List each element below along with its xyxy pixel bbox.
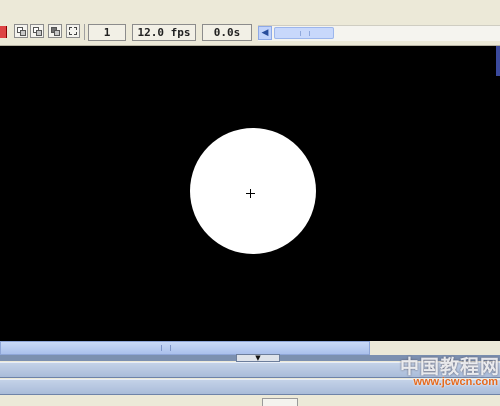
scroll-left-arrow-icon[interactable]: ◀ (258, 26, 272, 40)
scrollbar-grip-icon (300, 31, 310, 36)
timeline-horizontal-scrollbar[interactable]: ◀ (258, 25, 500, 41)
onion-skin-outlines-button[interactable] (48, 24, 62, 38)
timeline-toolbar: 1 12.0 fps 0.0s ◀ (0, 0, 500, 46)
white-circle-shape[interactable] (190, 128, 316, 254)
center-frame-icon-back (20, 30, 26, 36)
elapsed-time-field: 0.0s (202, 24, 252, 41)
edit-multiple-frames-icon (69, 27, 77, 35)
current-frame-field: 1 (88, 24, 126, 41)
stage-vertical-scrollbar[interactable] (496, 46, 500, 76)
watermark-url-text: www.jcwcn.com (413, 376, 498, 388)
onion-skin-icon-back (36, 30, 42, 36)
scrollbar-thumb[interactable] (274, 27, 334, 39)
center-frame-button[interactable] (14, 24, 28, 38)
footer-tab[interactable] (262, 398, 298, 406)
toolbar-divider (84, 24, 85, 40)
frame-rate-field[interactable]: 12.0 fps (132, 24, 196, 41)
onion-skin-marker[interactable] (0, 26, 7, 38)
stage-canvas[interactable] (0, 46, 500, 341)
status-footer (0, 396, 500, 406)
scrollbar-grip-icon (161, 345, 171, 351)
onion-skin-button[interactable] (30, 24, 44, 38)
onion-skin-outlines-icon-back (54, 30, 60, 36)
collapse-panel-button[interactable]: ▼ (236, 354, 280, 362)
edit-multiple-frames-button[interactable] (66, 24, 80, 38)
registration-point-icon-vertical (250, 189, 251, 198)
watermark-chinese-text: 中国教程网 (399, 356, 500, 378)
stage-horizontal-scrollbar[interactable] (0, 341, 370, 355)
